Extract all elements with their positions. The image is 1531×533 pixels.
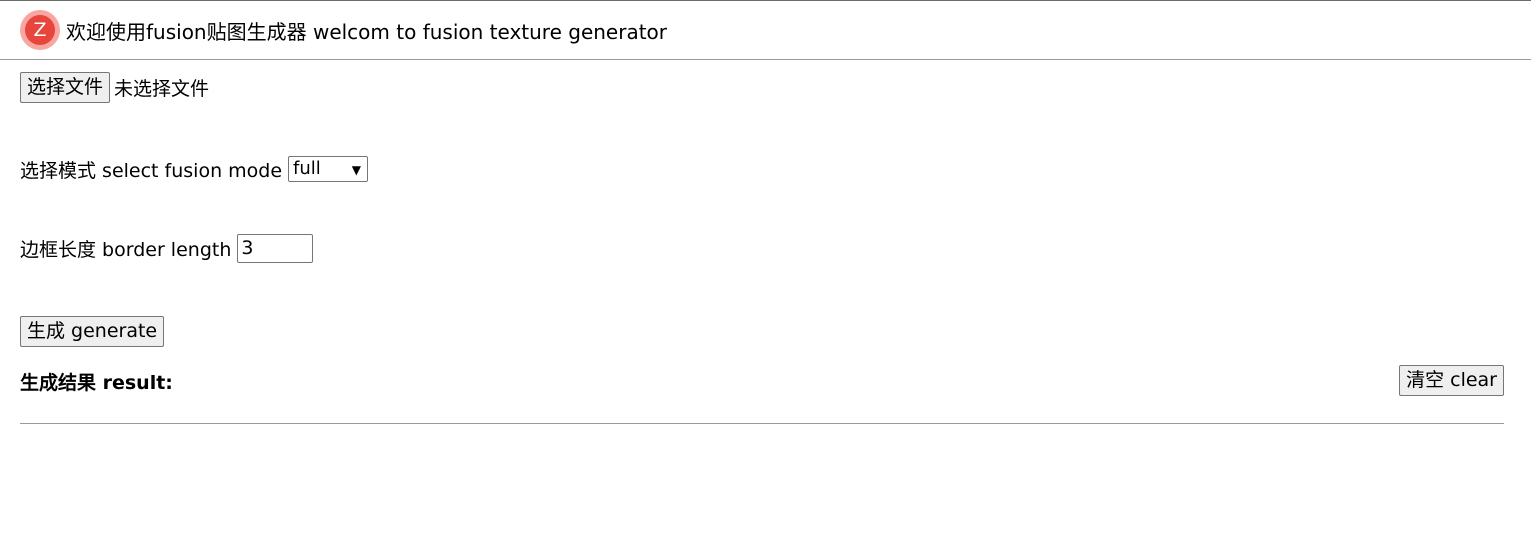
- result-label: 生成结果 result:: [20, 372, 173, 394]
- generate-row: 生成 generate: [20, 316, 165, 347]
- generate-button[interactable]: 生成 generate: [20, 316, 165, 347]
- fusion-mode-value: full: [293, 158, 321, 179]
- chevron-down-icon: ▼: [351, 163, 362, 177]
- border-length-field: 边框长度 border length 3: [20, 233, 314, 263]
- border-length-input[interactable]: 3: [237, 233, 314, 263]
- border-length-label: 边框长度 border length: [20, 238, 232, 261]
- page-title: 欢迎使用fusion贴图生成器 welcom to fusion texture…: [66, 19, 668, 44]
- choose-file-button[interactable]: 选择文件: [20, 72, 111, 103]
- file-picker: 选择文件 未选择文件: [20, 72, 209, 103]
- app-header: Z 欢迎使用fusion贴图生成器 welcom to fusion textu…: [0, 1, 1531, 60]
- clear-button[interactable]: 清空 clear: [1399, 365, 1504, 396]
- fusion-mode-field: 选择模式 select fusion mode full ▼: [20, 154, 369, 184]
- fusion-mode-label: 选择模式 select fusion mode: [20, 159, 283, 182]
- file-status-text: 未选择文件: [114, 78, 210, 100]
- app-logo-letter: Z: [25, 15, 55, 45]
- fusion-mode-select[interactable]: full ▼: [288, 156, 369, 182]
- result-divider: [20, 423, 1504, 424]
- app-logo-icon: Z: [20, 10, 60, 50]
